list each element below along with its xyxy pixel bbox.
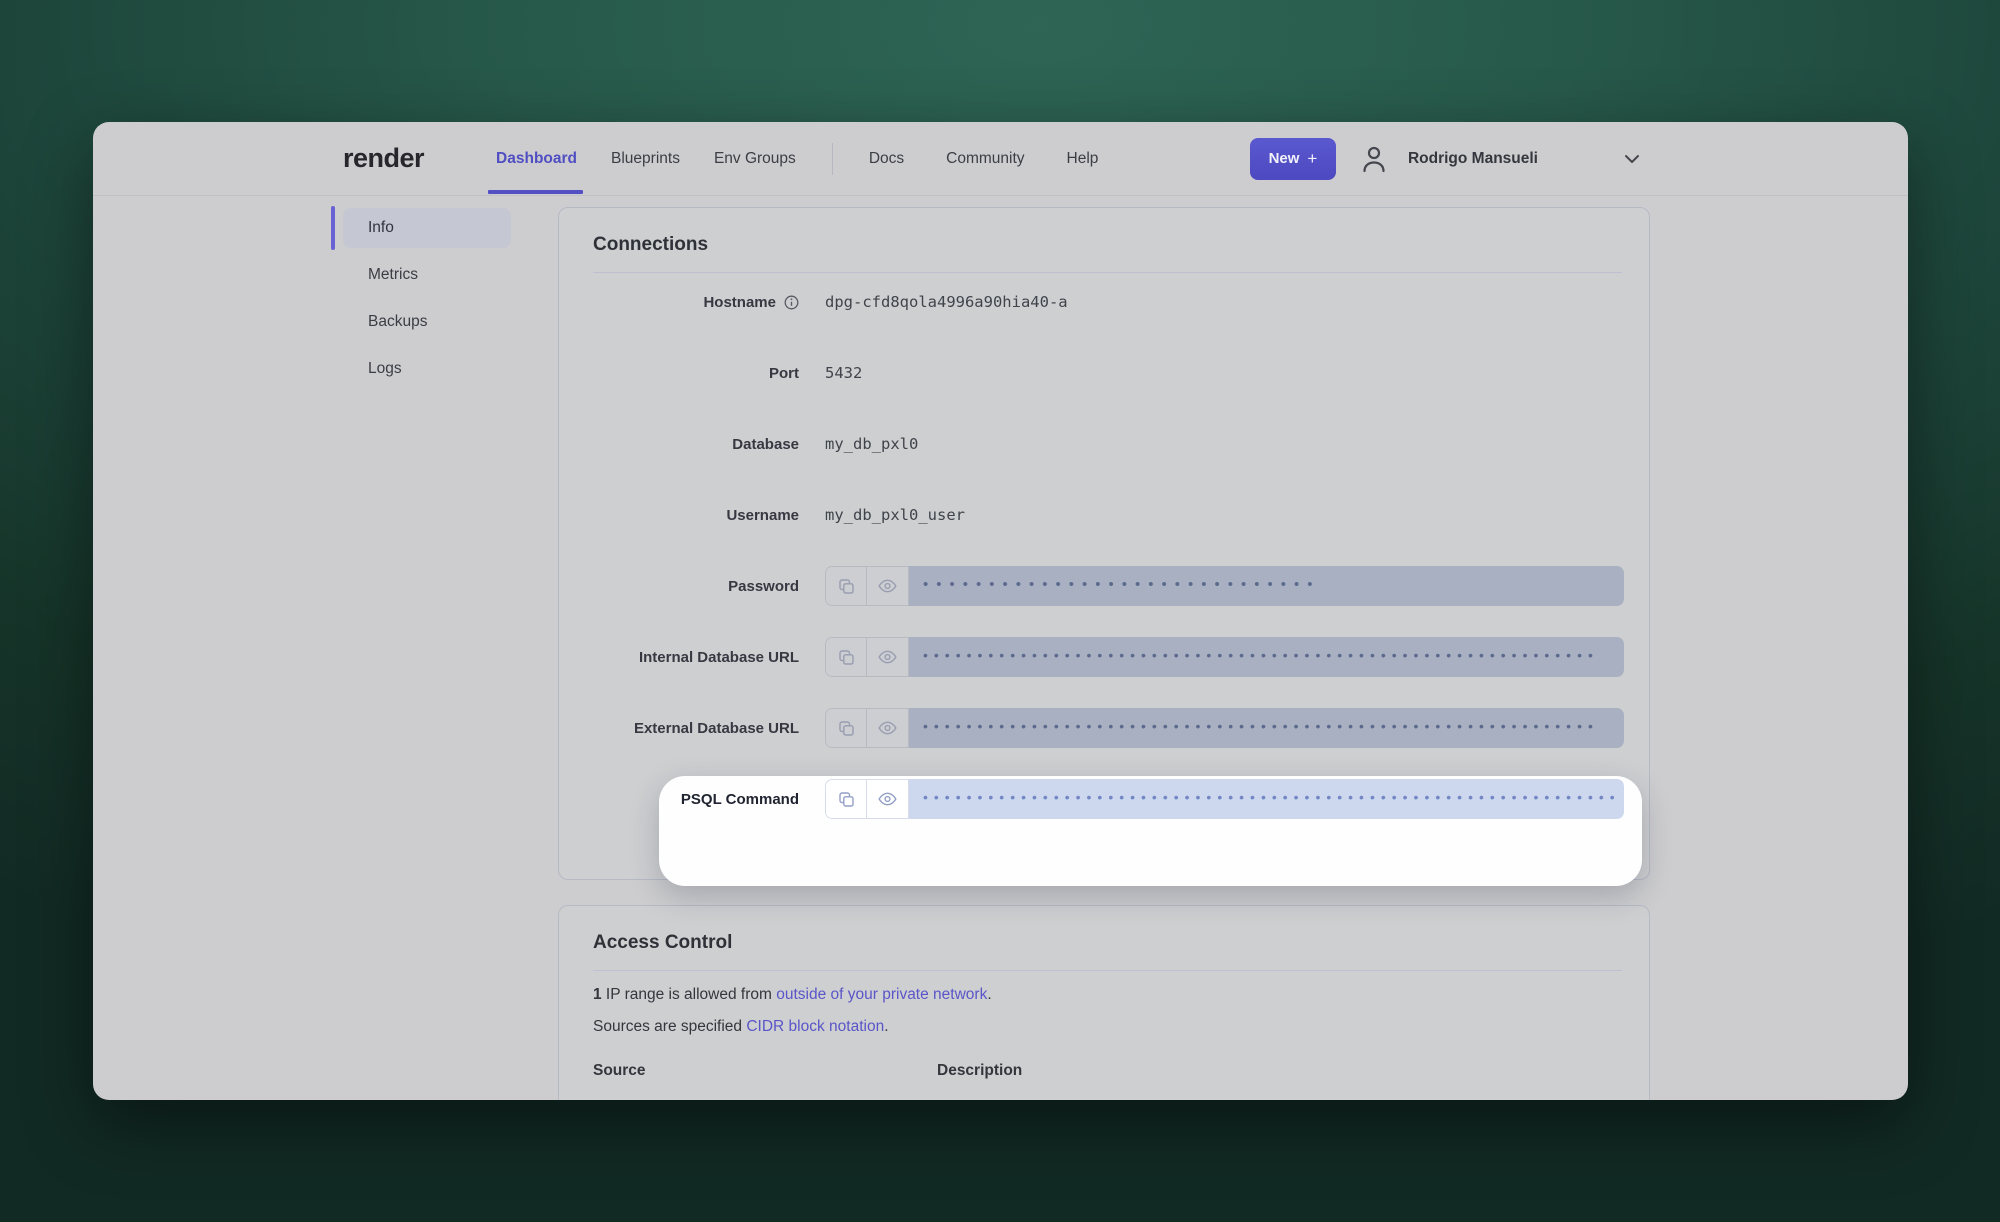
- row-password: Password: [559, 566, 1649, 606]
- tab-dashboard[interactable]: Dashboard: [496, 122, 577, 196]
- app-window: render Dashboard Blueprints Env Groups D…: [93, 122, 1908, 1100]
- reveal-eye-button[interactable]: [867, 779, 909, 819]
- connections-card: Connections Hostname: [558, 207, 1650, 880]
- nav-tabs: Dashboard Blueprints Env Groups: [496, 122, 796, 196]
- reveal-eye-button[interactable]: [867, 566, 909, 606]
- copy-button[interactable]: [825, 637, 867, 677]
- sources-text: Sources are specified CIDR block notatio…: [593, 1018, 1615, 1036]
- external-url-masked-field[interactable]: ••••••••••••••••••••••••••••••••••••••••…: [909, 708, 1624, 748]
- link-community[interactable]: Community: [946, 150, 1024, 168]
- ip-range-text: 1 IP range is allowed from outside of yo…: [593, 986, 1615, 1004]
- source-column-header: Source: [593, 1062, 937, 1080]
- password-masked-field[interactable]: ••••••••••••••••••••••••••••••: [909, 566, 1624, 606]
- link-docs[interactable]: Docs: [869, 150, 904, 168]
- user-icon: [1360, 144, 1388, 174]
- plus-icon: +: [1307, 149, 1317, 169]
- copy-button[interactable]: [825, 779, 867, 819]
- user-name: Rodrigo Mansueli: [1408, 150, 1538, 168]
- cidr-notation-link[interactable]: CIDR block notation: [746, 1018, 884, 1035]
- access-table-headers: Source Description: [593, 1062, 1615, 1080]
- psql-command-masked-field[interactable]: ••••••••••••••••••••••••••••••••••••••••…: [909, 779, 1624, 819]
- access-control-title: Access Control: [559, 906, 1649, 970]
- hostname-value: dpg-cfd8qola4996a90hia40-a: [825, 293, 1068, 311]
- description-column-header: Description: [937, 1062, 1022, 1080]
- render-logo: render: [343, 143, 424, 174]
- nav-links: Docs Community Help: [869, 150, 1099, 168]
- reveal-eye-button[interactable]: [867, 637, 909, 677]
- sidebar-item-info[interactable]: Info: [343, 208, 511, 248]
- row-psql-command: PSQL Command: [559, 779, 1649, 819]
- database-value: my_db_pxl0: [825, 435, 918, 453]
- port-value: 5432: [825, 364, 862, 382]
- main-content: Connections Hostname: [558, 196, 1650, 1100]
- section-divider: [593, 970, 1622, 971]
- chevron-down-icon: [1624, 154, 1640, 164]
- user-menu[interactable]: Rodrigo Mansueli: [1360, 144, 1640, 174]
- row-username: Username my_db_pxl0_user: [559, 495, 1649, 535]
- row-database: Database my_db_pxl0: [559, 424, 1649, 464]
- sidebar-item-logs[interactable]: Logs: [343, 349, 511, 389]
- copy-button[interactable]: [825, 566, 867, 606]
- connections-title: Connections: [559, 208, 1649, 272]
- username-value: my_db_pxl0_user: [825, 506, 965, 524]
- access-control-card: Access Control 1 IP range is allowed fro…: [558, 905, 1650, 1100]
- new-button[interactable]: New+: [1250, 138, 1336, 180]
- top-nav: render Dashboard Blueprints Env Groups D…: [93, 122, 1908, 196]
- private-network-link[interactable]: outside of your private network: [776, 986, 987, 1003]
- sidebar: Info Metrics Backups Logs: [93, 196, 558, 396]
- desktop-background: render Dashboard Blueprints Env Groups D…: [0, 0, 2000, 1222]
- copy-button[interactable]: [825, 708, 867, 748]
- info-icon[interactable]: [784, 295, 799, 310]
- sidebar-item-backups[interactable]: Backups: [343, 302, 511, 342]
- reveal-eye-button[interactable]: [867, 708, 909, 748]
- tab-blueprints[interactable]: Blueprints: [611, 122, 680, 196]
- row-hostname: Hostname dpg-cfd8qola4996a90hia40-a: [559, 282, 1649, 322]
- row-external-database-url: External Database URL: [559, 708, 1649, 748]
- link-help[interactable]: Help: [1067, 150, 1099, 168]
- row-internal-database-url: Internal Database URL: [559, 637, 1649, 677]
- sidebar-item-metrics[interactable]: Metrics: [343, 255, 511, 295]
- row-port: Port 5432: [559, 353, 1649, 393]
- tab-env-groups[interactable]: Env Groups: [714, 122, 796, 196]
- internal-url-masked-field[interactable]: ••••••••••••••••••••••••••••••••••••••••…: [909, 637, 1624, 677]
- nav-divider: [832, 143, 833, 175]
